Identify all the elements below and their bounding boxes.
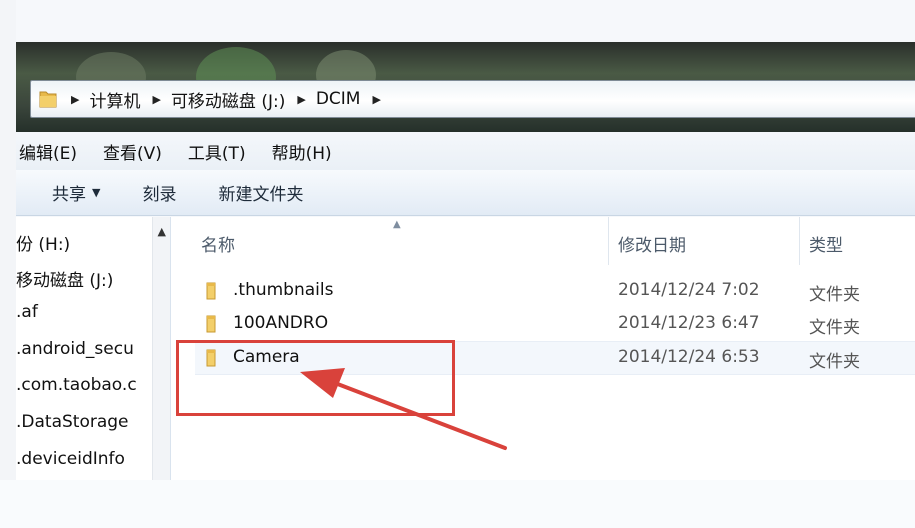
file-name: 100ANDRO xyxy=(233,313,329,333)
column-modified[interactable]: 修改日期 xyxy=(618,231,686,256)
window-bottom-area xyxy=(0,480,915,528)
file-type: 文件夹 xyxy=(809,318,860,338)
nav-item-com-taobao[interactable]: .com.taobao.c xyxy=(16,375,137,395)
file-row-100andro[interactable]: 100ANDRO 2014/12/23 6:47 文件夹 xyxy=(195,308,915,340)
folder-icon xyxy=(37,88,59,110)
file-date: 2014/12/23 6:47 xyxy=(618,313,760,333)
menu-view[interactable]: 查看(V) xyxy=(103,139,162,164)
column-divider[interactable] xyxy=(608,217,609,265)
nav-item-android-secure[interactable]: .android_secu xyxy=(16,339,134,359)
sort-ascending-icon: ▲ xyxy=(393,219,401,230)
menu-tools[interactable]: 工具(T) xyxy=(188,139,246,164)
file-date: 2014/12/24 6:53 xyxy=(618,347,760,367)
breadcrumb-arrow-icon[interactable]: ▶ xyxy=(297,93,305,106)
file-row-thumbnails[interactable]: .thumbnails 2014/12/24 7:02 文件夹 xyxy=(195,275,915,307)
nav-item-deviceidinfo[interactable]: .deviceidInfo xyxy=(16,449,125,469)
column-header: ▲ 名称 修改日期 类型 xyxy=(171,217,915,265)
share-label: 共享 xyxy=(52,185,86,205)
menu-bar: 编辑(E) 查看(V) 工具(T) 帮助(H) xyxy=(16,132,915,170)
nav-item-datastorage[interactable]: .DataStorage xyxy=(16,412,129,432)
menu-help[interactable]: 帮助(H) xyxy=(272,139,332,164)
menu-edit[interactable]: 编辑(E) xyxy=(19,139,77,164)
new-folder-button[interactable]: 新建文件夹 xyxy=(218,180,303,205)
address-bar[interactable]: ▶ 计算机 ▶ 可移动磁盘 (J:) ▶ DCIM ▶ xyxy=(30,80,915,118)
left-margin xyxy=(0,0,16,528)
file-type: 文件夹 xyxy=(809,285,860,305)
column-name[interactable]: 名称 xyxy=(201,231,235,256)
breadcrumb-arrow-icon[interactable]: ▶ xyxy=(152,93,160,106)
navigation-pane: 份 (H:) 移动磁盘 (J:) .af .android_secu .com.… xyxy=(16,217,171,480)
file-type: 文件夹 xyxy=(809,352,860,372)
burn-button[interactable]: 刻录 xyxy=(142,180,176,205)
folder-icon xyxy=(203,281,223,301)
breadcrumb-removable-disk[interactable]: 可移动磁盘 (J:) xyxy=(171,87,285,112)
scroll-up-icon[interactable]: ▲ xyxy=(158,225,166,238)
breadcrumb-computer[interactable]: 计算机 xyxy=(89,87,140,112)
share-button[interactable]: 共享 ▼ xyxy=(52,180,100,205)
nav-item-af[interactable]: .af xyxy=(16,302,38,322)
folder-icon xyxy=(203,314,223,334)
annotation-highlight-box xyxy=(176,340,455,416)
command-toolbar: 共享 ▼ 刻录 新建文件夹 xyxy=(16,170,915,216)
file-date: 2014/12/24 7:02 xyxy=(618,280,760,300)
chevron-down-icon: ▼ xyxy=(92,186,101,199)
breadcrumb-arrow-icon[interactable]: ▶ xyxy=(372,93,380,106)
column-divider[interactable] xyxy=(799,217,800,265)
nav-item-removable-disk[interactable]: 移动磁盘 (J:) xyxy=(16,266,113,291)
nav-scrollbar[interactable]: ▲ xyxy=(152,217,170,480)
file-name: .thumbnails xyxy=(233,280,334,300)
column-type[interactable]: 类型 xyxy=(809,231,843,256)
nav-item-drive-h[interactable]: 份 (H:) xyxy=(16,230,70,255)
breadcrumb-arrow-icon[interactable]: ▶ xyxy=(71,93,79,106)
breadcrumb-dcim[interactable]: DCIM xyxy=(316,89,361,109)
